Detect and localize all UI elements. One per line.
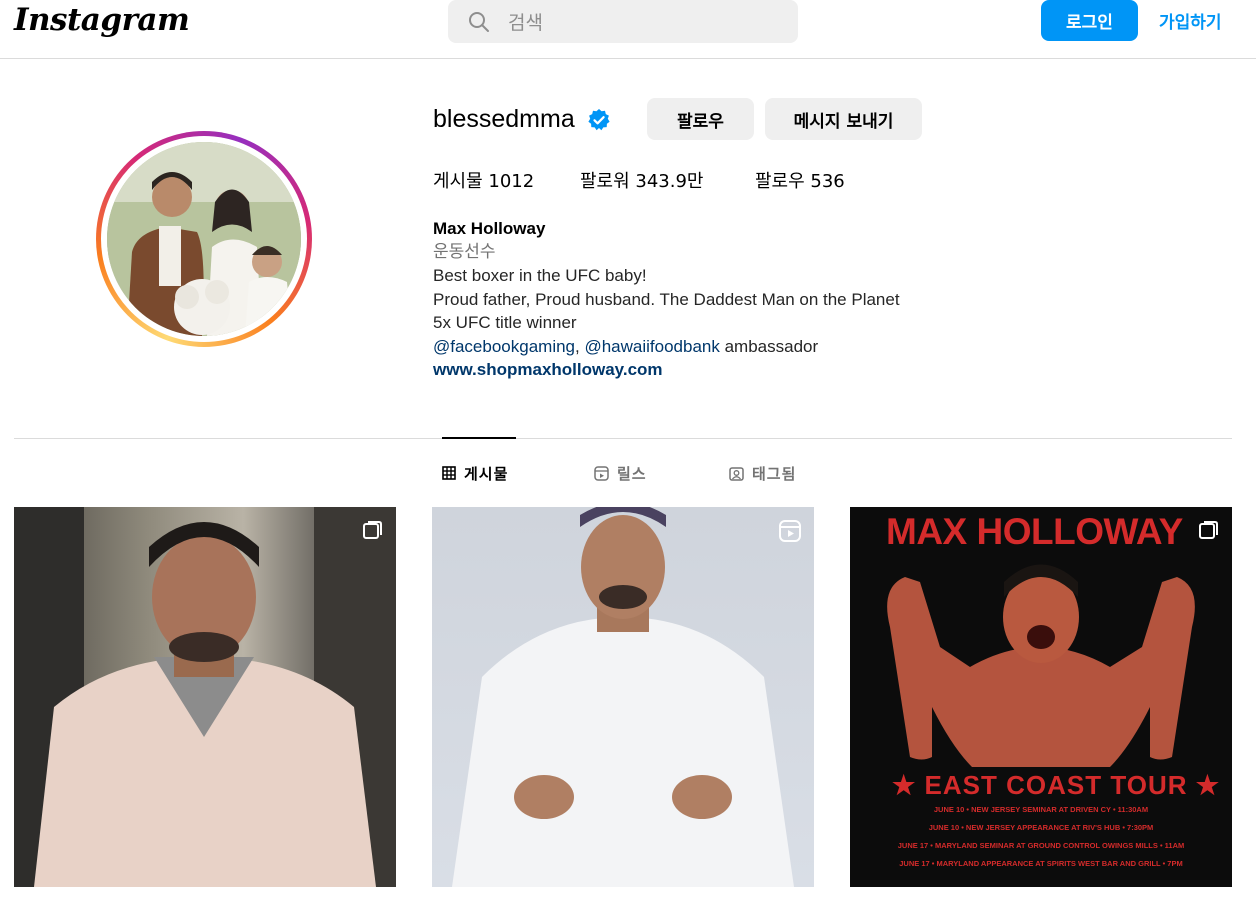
profile-username: blessedmma <box>433 105 575 133</box>
poster-schedule-line: JUNE 17 • MARYLAND APPEARANCE AT SPIRITS… <box>899 859 1183 868</box>
search-icon <box>469 12 489 32</box>
bio-line: 5x UFC title winner <box>433 313 577 332</box>
instagram-logo[interactable]: Instagram <box>14 2 190 38</box>
bio-line: Best boxer in the UFC baby! <box>433 266 647 285</box>
tab-tagged-label: 태그됨 <box>752 464 797 483</box>
followers-count[interactable]: 팔로워 343.9만 <box>580 167 704 193</box>
post-image <box>452 507 794 887</box>
bio-category: 운동선수 <box>433 241 496 262</box>
tab-posts-label: 게시물 <box>464 464 509 483</box>
bio-website-link[interactable]: www.shopmaxholloway.com <box>433 358 1053 382</box>
carousel-icon <box>1199 521 1218 539</box>
bio-full-name: Max Holloway <box>433 219 546 238</box>
search-box[interactable] <box>448 0 798 45</box>
tab-reels-label: 릴스 <box>617 464 647 483</box>
profile-avatar[interactable] <box>96 131 312 347</box>
tab-reels[interactable]: 릴스 <box>594 462 647 484</box>
poster-tour-title: ★ EAST COAST TOUR ★ <box>892 770 1221 800</box>
active-tab-indicator <box>442 437 516 439</box>
bio-line: Proud father, Proud husband. The Daddest… <box>433 289 900 309</box>
follow-button[interactable]: 팔로우 <box>647 98 754 140</box>
poster-schedule-line: JUNE 17 • MARYLAND SEMINAR AT GROUND CON… <box>897 841 1185 850</box>
posts-count: 게시물 1012 <box>433 171 535 192</box>
search-input[interactable] <box>506 0 790 45</box>
poster-schedule-line: JUNE 10 • NEW JERSEY APPEARANCE AT RIV'S… <box>928 823 1154 832</box>
profile-bio: Max Holloway 운동선수 Best boxer in the UFC … <box>433 217 1053 382</box>
message-button[interactable]: 메시지 보내기 <box>765 98 922 140</box>
login-button[interactable]: 로그인 <box>1041 0 1138 41</box>
tab-tagged[interactable]: 태그됨 <box>729 462 796 484</box>
family-photo-illustration <box>107 142 301 336</box>
signup-link[interactable]: 가입하기 <box>1159 8 1222 33</box>
tabs-divider <box>14 438 1232 439</box>
tagged-icon <box>729 466 744 481</box>
post-thumbnail[interactable] <box>14 507 396 887</box>
mention-suffix: ambassador <box>719 336 819 356</box>
grid-icon <box>442 466 456 480</box>
mention-hawaiifoodbank[interactable]: @hawaiifoodbank <box>584 337 719 356</box>
post-thumbnail[interactable] <box>432 507 814 887</box>
post-thumbnail[interactable]: MAX HOLLOWAY ★ EAST COAST TOUR ★ JUNE 10… <box>850 507 1232 887</box>
carousel-icon <box>363 521 382 539</box>
post-image <box>14 507 396 887</box>
reels-icon <box>594 465 609 481</box>
bio-mentions: @facebookgaming, @hawaiifoodbank ambassa… <box>433 335 1053 359</box>
following-count[interactable]: 팔로우 536 <box>755 167 845 193</box>
tab-posts[interactable]: 게시물 <box>442 462 508 484</box>
mention-facebookgaming[interactable]: @facebookgaming <box>433 337 575 356</box>
verified-badge-icon <box>588 109 610 131</box>
poster-schedule-line: JUNE 10 • NEW JERSEY SEMINAR AT DRIVEN C… <box>933 805 1149 814</box>
reels-icon <box>779 520 801 542</box>
poster-title: MAX HOLLOWAY <box>886 511 1183 552</box>
top-bar: Instagram 로그인 가입하기 <box>0 0 1256 59</box>
avatar-photo <box>107 142 301 336</box>
